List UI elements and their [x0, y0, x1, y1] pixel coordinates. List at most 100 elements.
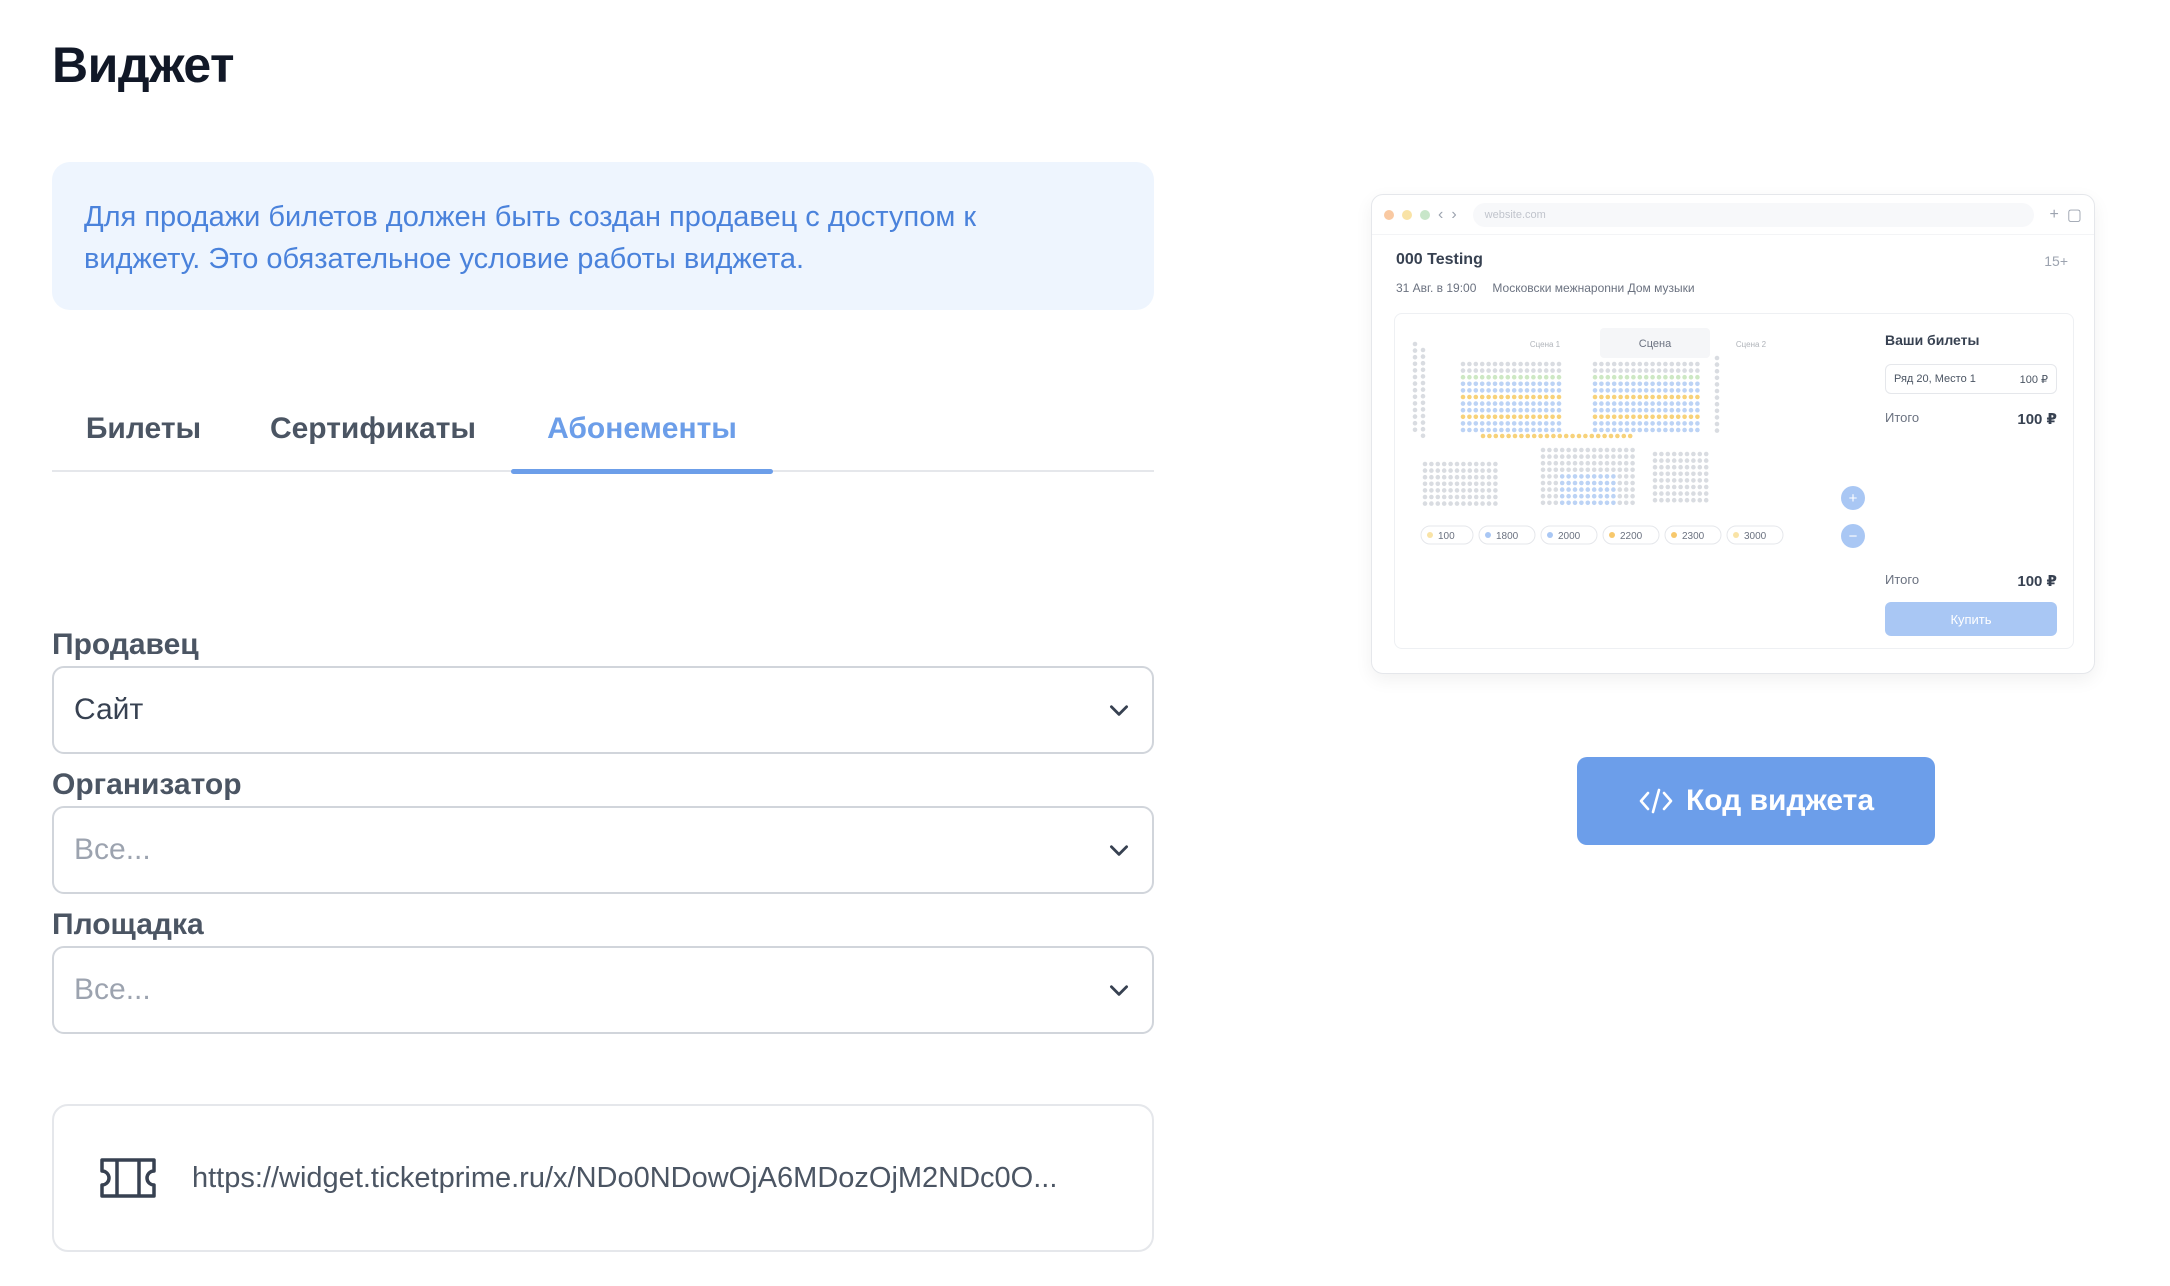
seat: [1623, 493, 1629, 499]
seat: [1663, 414, 1668, 420]
venue-select[interactable]: Все...: [52, 946, 1154, 1034]
seat: [1505, 374, 1511, 380]
seat: [1412, 368, 1418, 373]
seat: [1591, 487, 1597, 492]
seat: [1412, 374, 1418, 380]
seat: [1624, 381, 1630, 387]
preview-meta: 31 Авг. в 19:00 Московски межнароnни Дом…: [1396, 281, 1695, 295]
seat: [1559, 460, 1565, 466]
seat: [1656, 421, 1662, 426]
seat: [1608, 433, 1614, 439]
seat: [1598, 460, 1603, 466]
seat: [1505, 381, 1511, 387]
seat: [1473, 427, 1479, 433]
seat: [1441, 461, 1447, 467]
seat: [1637, 381, 1643, 387]
seat: [1486, 421, 1491, 426]
seat: [1480, 488, 1485, 493]
tab-subscriptions[interactable]: Абонементы: [511, 386, 773, 474]
seat: [1665, 451, 1671, 457]
seat: [1435, 501, 1441, 506]
seat: [1618, 361, 1623, 367]
seat: [1688, 381, 1694, 387]
seat: [1665, 491, 1671, 496]
seat: [1553, 454, 1559, 459]
seat: [1592, 388, 1598, 393]
widget-link-box[interactable]: https://widget.ticketprime.ru/x/NDo0NDow…: [52, 1104, 1154, 1252]
seat: [1422, 494, 1428, 500]
seat: [1499, 368, 1504, 373]
seat: [1420, 374, 1426, 379]
total-value: 100 ₽: [2017, 573, 2057, 590]
organizer-select[interactable]: Все...: [52, 806, 1154, 894]
seat: [1511, 374, 1517, 380]
seat: [1691, 478, 1696, 483]
seller-select[interactable]: Сайт: [52, 666, 1154, 754]
seat: [1623, 500, 1629, 506]
seat: [1656, 388, 1662, 393]
seat: [1566, 460, 1571, 466]
seat: [1486, 414, 1491, 420]
seat: [1480, 481, 1485, 487]
seat: [1412, 381, 1418, 386]
seat: [1599, 394, 1604, 400]
seat: [1479, 388, 1485, 393]
seat: [1493, 488, 1498, 493]
seat: [1499, 361, 1504, 367]
preview-age: 15+: [2044, 253, 2068, 269]
seat: [1684, 458, 1690, 463]
seat: [1611, 427, 1617, 433]
seat: [1572, 474, 1578, 479]
tab-tickets[interactable]: Билеты: [52, 386, 235, 472]
seat: [1461, 474, 1466, 480]
seat: [1412, 361, 1418, 367]
seat: [1688, 368, 1694, 373]
seat: [1598, 500, 1603, 506]
seat: [1486, 481, 1492, 487]
seat: [1518, 421, 1523, 426]
seat: [1624, 407, 1630, 413]
seat: [1559, 474, 1565, 479]
seat: [1547, 474, 1552, 479]
seat: [1493, 481, 1498, 487]
seat: [1454, 494, 1460, 500]
seat: [1518, 427, 1523, 433]
seat: [1599, 381, 1604, 387]
seat: [1682, 414, 1687, 420]
seat: [1486, 388, 1491, 393]
seat: [1703, 478, 1709, 483]
seat: [1518, 381, 1523, 387]
seat: [1656, 401, 1662, 406]
seat: [1714, 415, 1720, 420]
seat: [1678, 497, 1683, 503]
seat: [1499, 401, 1504, 406]
seat: [1524, 421, 1530, 426]
seat: [1611, 460, 1616, 466]
seat: [1512, 433, 1518, 439]
seat: [1412, 354, 1418, 360]
seat: [1543, 381, 1549, 387]
seat: [1550, 394, 1555, 400]
seat: [1605, 361, 1611, 367]
seat: [1473, 368, 1479, 373]
widget-url[interactable]: https://widget.ticketprime.ru/x/NDo0NDow…: [192, 1162, 1057, 1195]
tab-certificates[interactable]: Сертификаты: [235, 386, 511, 472]
seat: [1547, 487, 1552, 492]
seat: [1579, 480, 1584, 486]
seat: [1688, 388, 1694, 393]
seat: [1650, 407, 1655, 413]
seat: [1618, 388, 1623, 393]
seat: [1547, 500, 1552, 506]
widget-code-button[interactable]: Код виджета: [1577, 757, 1935, 845]
seat: [1550, 421, 1555, 426]
seat: [1643, 381, 1649, 387]
seat: [1678, 471, 1683, 477]
seat: [1486, 361, 1491, 367]
seat: [1540, 487, 1546, 492]
seat: [1669, 427, 1675, 433]
seat: [1473, 394, 1479, 400]
seat: [1486, 374, 1491, 380]
widget-preview: ‹ › website.com + ▢ 000 Testing 15+ 31 А…: [1371, 194, 2095, 674]
seat: [1540, 454, 1546, 459]
seat: [1617, 447, 1623, 453]
